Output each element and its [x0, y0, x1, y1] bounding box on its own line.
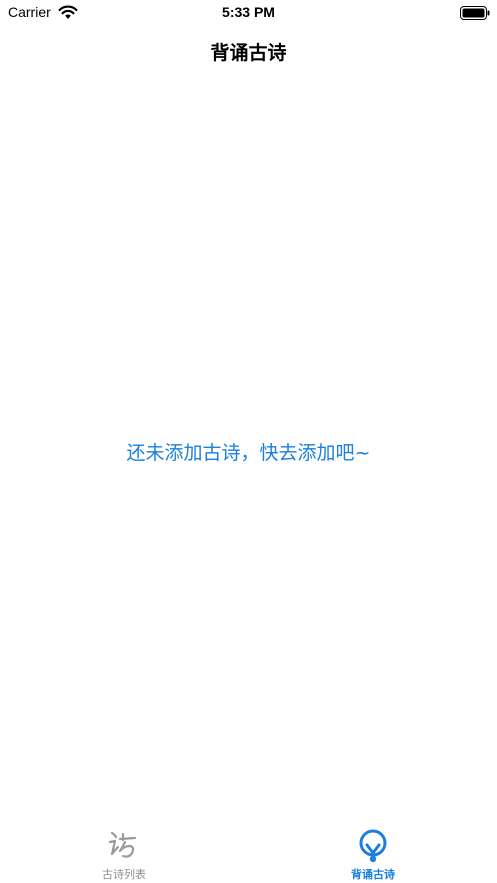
tab-bar: 古诗列表 背诵古诗	[0, 818, 497, 883]
poem-calligraphy-icon	[108, 831, 137, 858]
tab-label: 背诵古诗	[351, 868, 395, 881]
page-title: 背诵古诗	[210, 42, 287, 64]
status-time: 5:33 PM	[222, 4, 275, 20]
lightbulb-icon	[359, 829, 387, 863]
battery-icon	[460, 6, 490, 20]
navigation-bar: 背诵古诗	[0, 26, 497, 74]
tab-recite-poem[interactable]: 背诵古诗	[249, 818, 497, 883]
tab-poem-list[interactable]: 古诗列表	[0, 818, 248, 883]
empty-state-message: 还未添加古诗，快去添加吧~	[126, 442, 371, 464]
tab-label: 古诗列表	[102, 868, 146, 881]
status-bar: Carrier 5:33 PM	[0, 0, 497, 26]
